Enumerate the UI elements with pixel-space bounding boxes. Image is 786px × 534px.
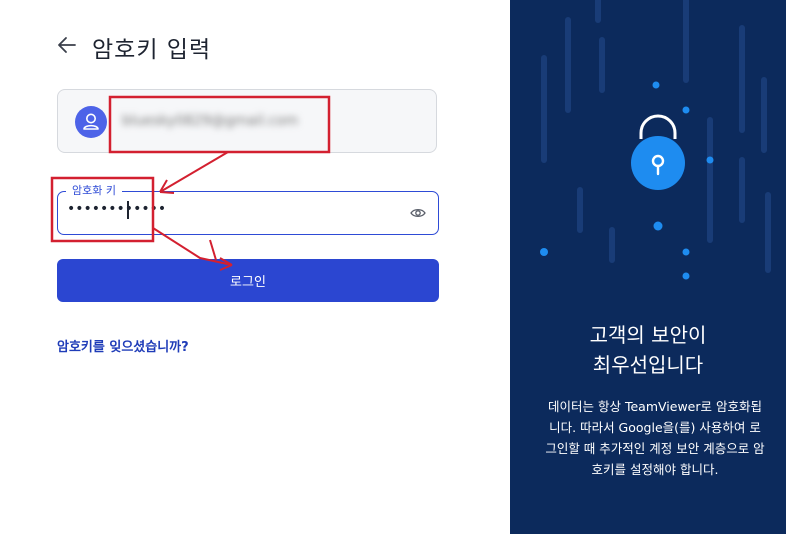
login-button[interactable]: 로그인 [57, 259, 439, 302]
lock-body [631, 136, 685, 190]
page-title: 암호키 입력 [92, 37, 212, 63]
text-caret [127, 201, 129, 219]
account-email: bluesky0829@gmail.com [122, 113, 299, 129]
promo-title-line1: 고객의 보안이 [589, 323, 707, 347]
lock-shackle [639, 114, 677, 139]
account-card: bluesky0829@gmail.com [57, 89, 437, 153]
security-promo-panel: 고객의 보안이 최우선입니다 데이터는 항상 TeamViewer로 암호화됩니… [510, 0, 786, 534]
back-arrow-icon[interactable] [56, 34, 78, 56]
login-form-panel: 암호키 입력 bluesky0829@gmail.com 암호화 키 •••••… [0, 0, 510, 534]
encryption-key-value[interactable]: •••••••••••• [67, 201, 166, 217]
promo-title-line2: 최우선입니다 [592, 353, 704, 377]
annotation-arrow-to-password [159, 151, 229, 194]
promo-description: 데이터는 항상 TeamViewer로 암호화됩니다. 따라서 Google을(… [545, 399, 765, 477]
forgot-key-link[interactable]: 암호키를 잊으셨습니까? [57, 336, 189, 355]
user-avatar-icon [75, 106, 107, 138]
lock-illustration [540, 0, 771, 280]
show-password-eye-icon[interactable] [409, 205, 427, 221]
encryption-key-label: 암호화 키 [66, 182, 122, 198]
